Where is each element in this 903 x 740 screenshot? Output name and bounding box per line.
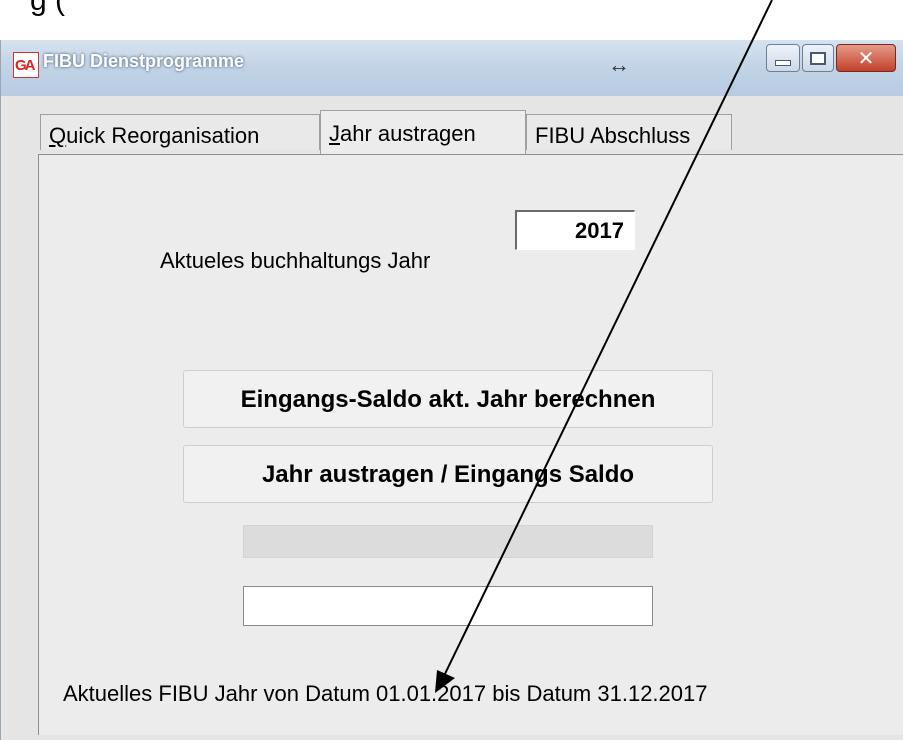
arrow-line <box>441 0 773 681</box>
tab-mnemonic: J <box>329 121 340 146</box>
tab-label: ahr austragen <box>340 121 476 146</box>
annotation-arrow <box>435 0 773 693</box>
tab-jahr-austragen[interactable]: Jahr austragen <box>320 110 526 154</box>
